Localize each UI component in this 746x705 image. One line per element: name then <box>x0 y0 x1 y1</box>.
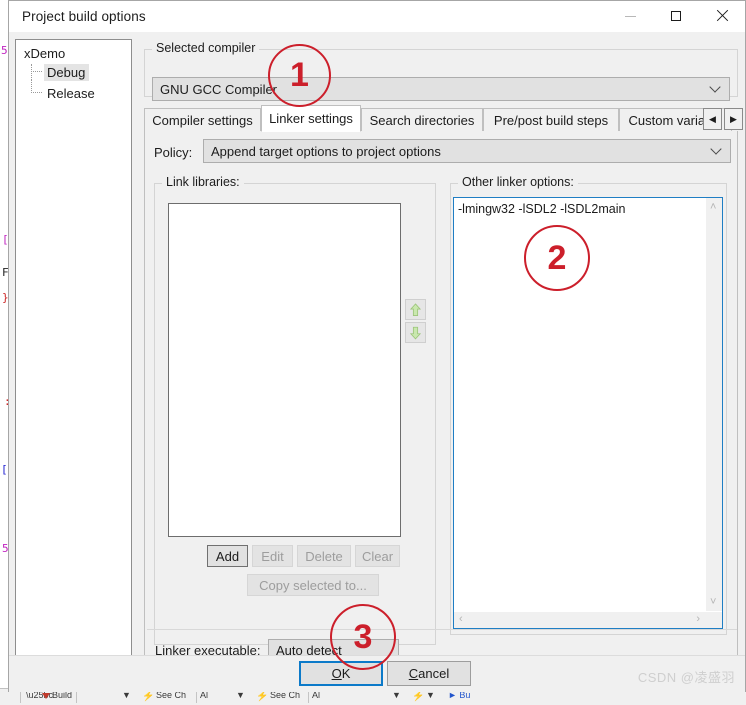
background-code-glyph: [ <box>1 463 8 476</box>
dialog-title: Project build options <box>22 9 146 24</box>
selected-compiler-value: GNU GCC Compiler <box>160 81 278 97</box>
minimize-icon <box>624 15 636 17</box>
ok-button-accel: O <box>331 666 342 681</box>
project-build-options-dialog: Project build options xDemo Debug Releas… <box>8 0 746 692</box>
watermark: CSDN @凌盛羽 <box>637 670 735 685</box>
tab-linker-settings[interactable]: Linker settings <box>261 105 361 132</box>
tree-item-debug[interactable]: Debug <box>44 64 90 81</box>
tab-scroll-right-button[interactable]: ▶ <box>724 108 743 130</box>
maximize-button[interactable] <box>653 1 699 31</box>
maximize-icon <box>671 11 681 21</box>
dialog-title-bar: Project build options <box>9 1 745 32</box>
chevron-down-icon <box>711 83 720 92</box>
build-target-tree[interactable]: xDemo Debug Release <box>15 39 132 657</box>
tab-search-directories[interactable]: Search directories <box>361 108 483 131</box>
chevron-down-icon <box>712 145 721 154</box>
arrow-up-icon <box>409 302 422 316</box>
tab-compiler-settings[interactable]: Compiler settings <box>144 108 261 131</box>
linker-settings-panel: Policy: Append target options to project… <box>144 131 738 662</box>
screenshot-root: 5 [ F } : [ 5 \u25bc Build ▼ ⚡ See Ch Al… <box>0 0 746 705</box>
delete-library-button[interactable]: Delete <box>297 545 351 567</box>
tree-connector <box>31 71 42 73</box>
scroll-left-icon[interactable]: ‹ <box>459 614 463 625</box>
clear-libraries-button[interactable]: Clear <box>355 545 400 567</box>
tree-connector <box>31 92 42 94</box>
scroll-down-icon[interactable]: ˅ <box>710 597 716 608</box>
background-code-glyph: 5 <box>1 44 8 57</box>
textarea-vertical-scrollbar[interactable]: ˄ ˅ <box>705 198 722 612</box>
link-libraries-list[interactable] <box>168 203 401 537</box>
tree-item-release[interactable]: Release <box>44 85 99 102</box>
other-linker-options-textarea[interactable]: -lmingw32 -lSDL2 -lSDL2main ˄ ˅ ‹ › <box>453 197 723 629</box>
ok-button[interactable]: OK <box>299 661 383 686</box>
scroll-up-icon[interactable]: ˄ <box>710 202 716 213</box>
scroll-right-icon[interactable]: › <box>696 614 700 625</box>
cancel-button[interactable]: Cancel <box>387 661 471 686</box>
textarea-horizontal-scrollbar[interactable]: ‹ › <box>454 611 722 628</box>
settings-tab-strip: Compiler settings Linker settings Search… <box>144 105 743 132</box>
policy-value: Append target options to project options <box>211 143 441 159</box>
cancel-button-accel: C <box>408 666 419 681</box>
arrow-down-icon <box>409 326 422 339</box>
other-linker-options-value: -lmingw32 -lSDL2 -lSDL2main <box>458 202 626 216</box>
cancel-button-label: ancel <box>418 666 450 681</box>
move-library-up-button[interactable] <box>405 299 426 320</box>
minimize-button[interactable] <box>607 1 653 31</box>
move-library-down-button[interactable] <box>405 322 426 343</box>
selected-compiler-dropdown[interactable]: GNU GCC Compiler <box>152 77 730 101</box>
panel-divider <box>147 629 737 630</box>
close-icon <box>716 10 728 22</box>
copy-selected-to-button[interactable]: Copy selected to... <box>247 574 379 596</box>
close-button[interactable] <box>699 1 745 31</box>
link-libraries-group-title: Link libraries: <box>162 175 244 189</box>
add-library-button[interactable]: Add <box>207 545 248 567</box>
ok-button-label: K <box>341 666 351 681</box>
tab-scroll-left-button[interactable]: ◀ <box>703 108 722 130</box>
edit-library-button[interactable]: Edit <box>252 545 293 567</box>
tab-pre-post-build-steps[interactable]: Pre/post build steps <box>483 108 619 131</box>
policy-dropdown[interactable]: Append target options to project options <box>203 139 731 163</box>
dialog-client-area: xDemo Debug Release Selected compiler GN… <box>9 32 745 692</box>
tree-item-root[interactable]: xDemo <box>24 46 65 61</box>
settings-pane: Selected compiler GNU GCC Compiler Compi… <box>138 32 743 692</box>
policy-label: Policy: <box>154 145 193 160</box>
other-linker-options-group-title: Other linker options: <box>458 175 578 189</box>
selected-compiler-group-title: Selected compiler <box>152 41 260 55</box>
dialog-footer: OK Cancel CSDN @凌盛羽 <box>9 655 745 692</box>
